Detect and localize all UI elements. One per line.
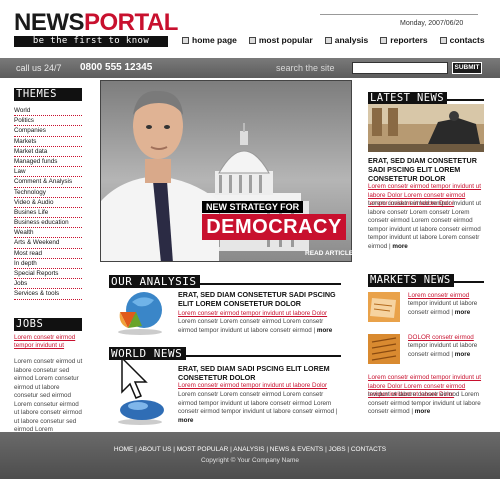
phone-number: 0800 555 12345: [80, 62, 153, 73]
themes-heading: THEMES: [14, 88, 82, 101]
analysis-article-heading[interactable]: ERAT, SED DIAM CONSETETUR SADI PSCING EL…: [178, 290, 344, 308]
read-article-link[interactable]: READ ARTICLE: [305, 250, 353, 257]
current-date: Monday, 2007/06/20: [400, 20, 464, 27]
theme-link-companies[interactable]: Companies: [14, 126, 82, 137]
nav-label: contacts: [449, 35, 485, 45]
more-link[interactable]: more: [178, 417, 193, 424]
globe-pie-chart-icon: [118, 292, 162, 335]
copyright: Copyright © Your Company Name: [200, 457, 299, 464]
latest-article-text: Lorem consetr eirmod tempor invidunt ut …: [368, 200, 482, 250]
theme-link-law[interactable]: Law: [14, 167, 82, 178]
theme-link-world[interactable]: World: [14, 106, 82, 117]
theme-link-busines-life[interactable]: Busines Life: [14, 208, 82, 219]
more-link[interactable]: more: [455, 351, 470, 358]
more-link[interactable]: more: [455, 309, 470, 316]
footer: [0, 432, 500, 479]
jobs-heading: JOBS: [14, 318, 82, 331]
theme-link-market-data[interactable]: Market data: [14, 147, 82, 157]
theme-link-wealth[interactable]: Wealth: [14, 228, 82, 239]
markets-text-3: invidunt ut labore consetr eirmod Lorem …: [368, 391, 481, 415]
footer-navigation[interactable]: HOME | ABOUT US | MOST POPULAR | ANALYSI…: [0, 446, 500, 453]
search-input[interactable]: [352, 62, 448, 74]
section-title: MARKETS NEWS: [368, 274, 454, 287]
world-article-text: Lorem consetr Lorem consetr eirmod Lorem…: [178, 391, 338, 424]
header-divider: [320, 14, 478, 15]
theme-link-most-read[interactable]: Most read: [14, 249, 82, 259]
our-analysis-heading: OUR ANALYSIS: [109, 272, 341, 288]
markets-text-1: tempor invidunt ut labore consetr eirmod…: [408, 300, 478, 316]
more-link[interactable]: more: [392, 243, 407, 250]
theme-link-markets[interactable]: Markets: [14, 137, 82, 147]
nav-bullet-icon: [380, 36, 388, 44]
nav-label: analysis: [334, 35, 369, 45]
latest-text: Lorem consetr eirmod tempor invidunt ut …: [368, 200, 482, 250]
site-tagline: be the first to know: [14, 36, 168, 47]
top-navigation: home page most popular analysis reporter…: [182, 35, 485, 45]
cursor-globe-icon: [118, 356, 164, 425]
nav-most-popular[interactable]: most popular: [248, 35, 313, 45]
theme-link-politics[interactable]: Politics: [14, 116, 82, 127]
markets-thumbnail-1[interactable]: [368, 292, 400, 322]
logo-part-news: NEWS: [14, 9, 85, 36]
theme-link-special-reports[interactable]: Special Reports: [14, 269, 82, 280]
nav-bullet-icon: [182, 36, 189, 44]
theme-link-technology[interactable]: Technology: [14, 188, 82, 198]
theme-link-jobs[interactable]: Jobs: [14, 279, 82, 290]
site-logo[interactable]: NEWSPORTAL: [14, 10, 178, 36]
theme-link-video-audio[interactable]: Video & Audio: [14, 198, 82, 208]
markets-news-heading: MARKETS NEWS: [368, 270, 484, 287]
nav-label: home page: [192, 35, 237, 45]
world-article-heading[interactable]: ERAT, SED DIAM SADI PSCING ELIT LOREM CO…: [178, 364, 344, 382]
hero-kicker: NEW STRATEGY FOR: [202, 201, 304, 213]
world-text: Lorem consetr Lorem consetr eirmod Lorem…: [178, 391, 335, 415]
markets-thumbnail-2[interactable]: [368, 334, 400, 364]
analysis-text: Lorem consetr Lorem consetr eirmod Lorem…: [178, 318, 324, 334]
analysis-article-text: Lorem consetr Lorem consetr eirmod Lorem…: [178, 318, 333, 334]
jobs-text: Lorem consetr eirmod ut labore consetur …: [14, 358, 83, 433]
nav-bullet-icon: [248, 36, 256, 44]
theme-link-in-depth[interactable]: In depth: [14, 259, 82, 269]
theme-link-comment-analysis[interactable]: Comment & Analysis: [14, 177, 82, 188]
nav-reporters[interactable]: reporters: [380, 35, 428, 45]
theme-link-arts-weekend[interactable]: Arts & Weekend: [14, 238, 82, 249]
hero-headline[interactable]: DEMOCRACY: [202, 214, 346, 240]
latest-news-heading: LATEST NEWS: [368, 88, 484, 105]
nav-label: most popular: [258, 35, 313, 45]
submit-button[interactable]: SUBMIT: [452, 62, 482, 74]
theme-link-managed-funds[interactable]: Managed funds: [14, 157, 82, 168]
section-title: OUR ANALYSIS: [109, 275, 201, 288]
latest-article-heading[interactable]: ERAT, SED DIAM CONSETETUR SADI PSCING EL…: [368, 156, 484, 183]
call-us-label: call us 24/7: [16, 63, 62, 73]
logo-part-portal: PORTAL: [84, 9, 178, 36]
jobs-link[interactable]: Lorem consetr eirmod tempor invidunt ut: [14, 334, 84, 350]
nav-label: reporters: [390, 35, 428, 45]
nav-analysis[interactable]: analysis: [324, 35, 369, 45]
nav-home-page[interactable]: home page: [182, 35, 237, 45]
more-link[interactable]: more: [415, 408, 430, 415]
search-label: search the site: [276, 63, 335, 73]
nav-contacts[interactable]: contacts: [439, 35, 485, 45]
theme-link-business-education[interactable]: Business education: [14, 218, 82, 229]
themes-list: World Politics Companies Markets Market …: [14, 106, 82, 300]
theme-link-services-tools[interactable]: Services & tools: [14, 289, 82, 300]
world-article-link[interactable]: Lorem consetr eirmod tempor invidunt ut …: [178, 382, 344, 391]
latest-news-photo[interactable]: [368, 104, 484, 152]
markets-text-2: tempor invidunt ut labore consetr eirmod…: [408, 342, 478, 358]
nav-bullet-icon: [439, 36, 447, 44]
nav-bullet-icon: [324, 36, 332, 44]
more-link[interactable]: more: [317, 327, 332, 334]
